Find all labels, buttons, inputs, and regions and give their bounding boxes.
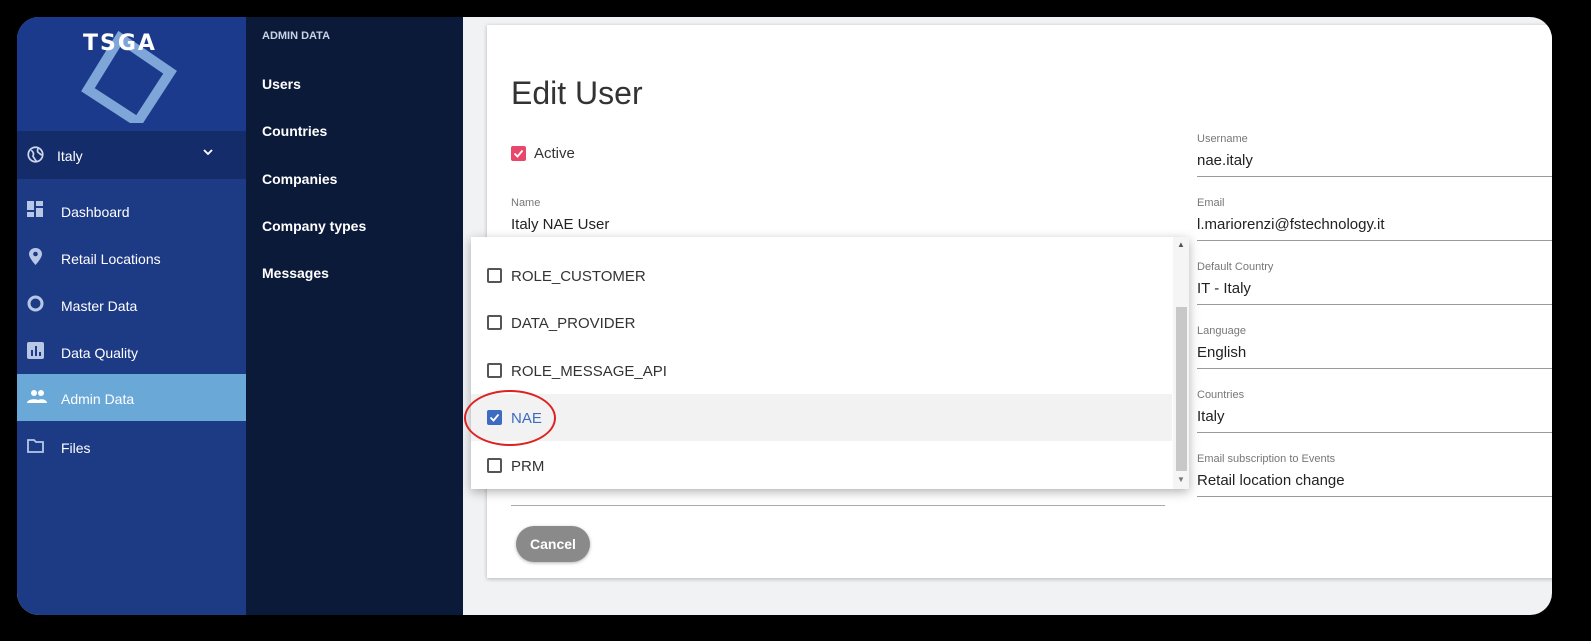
role-checkbox[interactable] (487, 458, 502, 473)
nav-item-master-data[interactable]: Master Data (17, 281, 246, 328)
role-option-data-provider[interactable]: DATA_PROVIDER (471, 299, 1172, 346)
people-icon (27, 390, 47, 403)
app-frame: TSGA Italy Dashboard Retail Locations Ma… (17, 17, 1552, 615)
submenu-item-users[interactable]: Users (262, 76, 301, 92)
country-selector[interactable]: Italy (17, 131, 246, 179)
username-field[interactable]: Username nae.italy (1197, 133, 1552, 177)
username-label: Username (1197, 133, 1248, 145)
submenu-item-companies[interactable]: Companies (262, 171, 337, 187)
countries-field[interactable]: Countries Italy (1197, 389, 1552, 433)
email-subscription-value: Retail location change (1197, 472, 1345, 489)
role-option-nae[interactable]: NAE (471, 394, 1172, 441)
email-underline (1197, 240, 1552, 241)
logo-area: TSGA (17, 17, 246, 131)
roles-field-underline (511, 505, 1165, 506)
folder-icon (27, 439, 44, 453)
submenu-item-company-types[interactable]: Company types (262, 218, 366, 234)
language-underline (1197, 368, 1552, 369)
email-subscription-underline (1197, 496, 1552, 497)
role-checkbox[interactable] (487, 268, 502, 283)
globe-icon (27, 146, 44, 163)
active-label: Active (534, 145, 575, 162)
username-value: nae.italy (1197, 152, 1253, 169)
nav-label: Master Data (61, 298, 138, 314)
role-option-label: ROLE_MESSAGE_API (511, 363, 667, 380)
role-option-role-customer[interactable]: ROLE_CUSTOMER (471, 252, 1172, 299)
name-label: Name (511, 197, 541, 209)
scrollbar-thumb[interactable] (1176, 307, 1187, 471)
circle-icon (27, 295, 44, 312)
username-underline (1197, 176, 1552, 177)
countries-label: Countries (1197, 389, 1245, 401)
countries-value: Italy (1197, 408, 1225, 425)
nav-item-admin-data[interactable]: Admin Data (17, 374, 246, 421)
role-checkbox[interactable] (487, 315, 502, 330)
role-checkbox[interactable] (487, 363, 502, 378)
default-country-field[interactable]: Default Country IT - Italy (1197, 261, 1552, 305)
scroll-down-arrow-icon[interactable]: ▼ (1177, 475, 1185, 484)
name-field[interactable]: Name Italy NAE User (511, 197, 1165, 233)
language-field[interactable]: Language English (1197, 325, 1552, 369)
email-subscription-field[interactable]: Email subscription to Events Retail loca… (1197, 453, 1552, 497)
role-option-label: ROLE_CUSTOMER (511, 268, 646, 285)
dropdown-scrollbar[interactable]: ▲ ▼ (1173, 237, 1189, 489)
language-label: Language (1197, 325, 1246, 337)
role-option-label: DATA_PROVIDER (511, 315, 636, 332)
nav-label: Retail Locations (61, 251, 161, 267)
role-option-prm[interactable]: PRM (471, 442, 1172, 489)
bar-chart-icon (27, 342, 44, 359)
name-value: Italy NAE User (511, 216, 610, 233)
scroll-up-arrow-icon[interactable]: ▲ (1177, 240, 1185, 249)
submenu-header: ADMIN DATA (262, 30, 331, 42)
submenu-item-messages[interactable]: Messages (262, 265, 329, 281)
nav-item-files[interactable]: Files (17, 423, 246, 470)
language-value: English (1197, 344, 1247, 361)
check-icon (513, 149, 524, 158)
nav-item-dashboard[interactable]: Dashboard (17, 187, 246, 234)
country-selector-value: Italy (57, 148, 83, 164)
nav-label: Admin Data (61, 391, 135, 407)
email-value: l.mariorenzi@fstechnology.it (1197, 216, 1385, 233)
location-pin-icon (29, 248, 42, 265)
role-option-role-message-api[interactable]: ROLE_MESSAGE_API (471, 347, 1172, 394)
email-label: Email (1197, 197, 1225, 209)
roles-dropdown[interactable]: ROLE_CUSTOMER DATA_PROVIDER ROLE_MESSAGE… (471, 237, 1189, 489)
nav-item-data-quality[interactable]: Data Quality (17, 328, 246, 375)
nav-label: Files (61, 440, 91, 456)
page-title: Edit User (511, 75, 643, 111)
dashboard-icon (27, 201, 43, 217)
email-field[interactable]: Email l.mariorenzi@fstechnology.it (1197, 197, 1552, 241)
sidebar: TSGA Italy Dashboard Retail Locations Ma… (17, 17, 246, 615)
nav-label: Data Quality (61, 345, 139, 361)
nav-item-retail-locations[interactable]: Retail Locations (17, 234, 246, 281)
default-country-value: IT - Italy (1197, 280, 1251, 297)
nav-label: Dashboard (61, 204, 130, 220)
submenu-item-countries[interactable]: Countries (262, 123, 327, 139)
chevron-down-icon (203, 149, 213, 156)
email-subscription-label: Email subscription to Events (1197, 453, 1336, 465)
cancel-button[interactable]: Cancel (516, 526, 590, 562)
default-country-underline (1197, 304, 1552, 305)
default-country-label: Default Country (1197, 261, 1274, 273)
active-checkbox[interactable] (511, 146, 526, 161)
highlight-annotation (464, 390, 556, 446)
admin-submenu: ADMIN DATA Users Countries Companies Com… (246, 17, 463, 615)
countries-underline (1197, 432, 1552, 433)
logo-text: TSGA (83, 31, 157, 56)
role-option-label: PRM (511, 458, 545, 475)
